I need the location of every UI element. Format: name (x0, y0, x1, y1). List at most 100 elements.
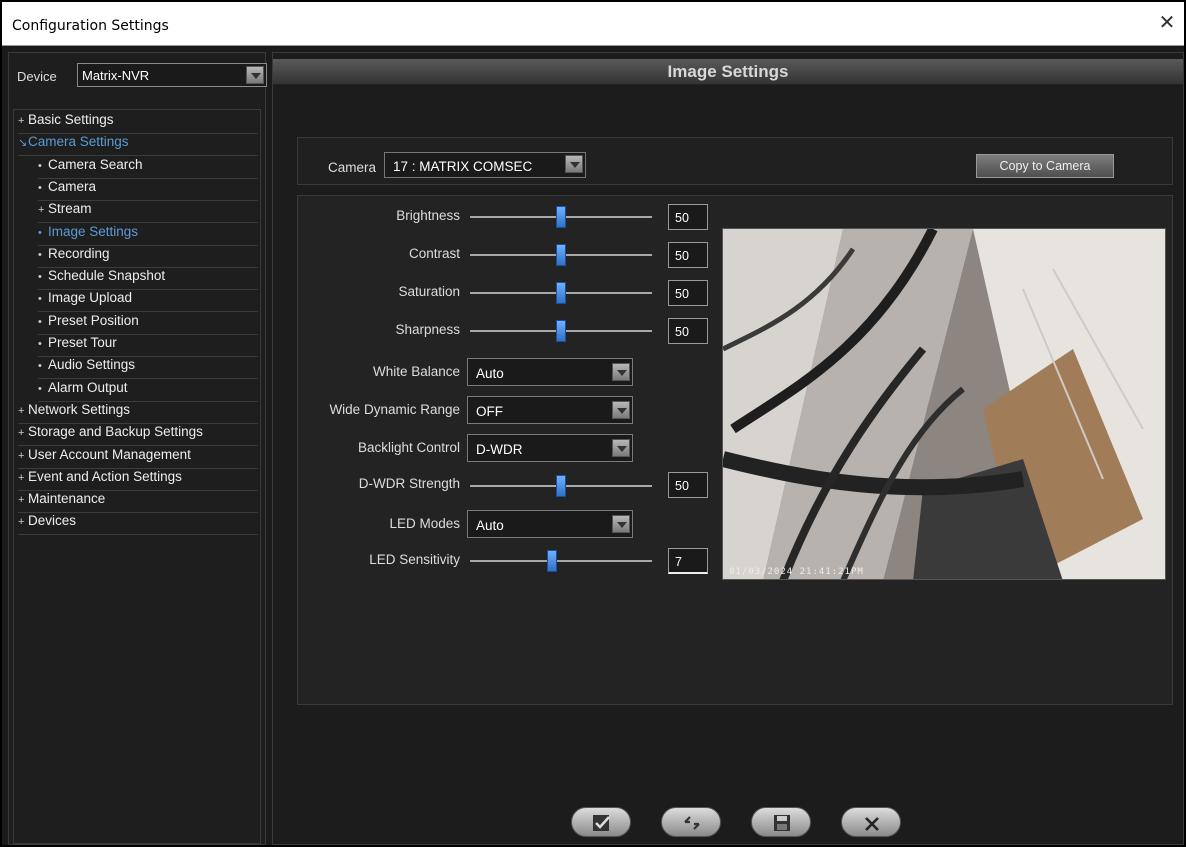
bullet-icon: • (38, 382, 42, 395)
led-sensitivity-value[interactable]: 7 (668, 548, 708, 574)
collapse-icon: ↘ (18, 137, 28, 150)
bullet-icon: • (38, 226, 42, 239)
bullet-icon: • (38, 181, 42, 194)
dwdr-strength-value[interactable]: 50 (668, 472, 708, 498)
tree-item-image-upload[interactable]: • Image Upload (38, 290, 258, 313)
tree-item-basic-settings[interactable]: + Basic Settings (18, 112, 258, 134)
refresh-button[interactable] (661, 807, 721, 837)
tree-item-label: Image Upload (48, 290, 133, 306)
tree-item-audio-settings[interactable]: • Audio Settings (38, 357, 258, 380)
chevron-down-icon[interactable] (565, 155, 583, 173)
wdr-value: OFF (476, 404, 503, 419)
dwdr-strength-slider[interactable] (470, 475, 652, 497)
tree-item-preset-tour[interactable]: • Preset Tour (38, 335, 258, 357)
tree-item-alarm-output[interactable]: • Alarm Output (38, 380, 258, 402)
tree-item-devices[interactable]: + Devices (18, 513, 258, 536)
device-value: Matrix-NVR (82, 68, 150, 83)
tree-item-label: Recording (48, 245, 110, 261)
tree-item-image-settings[interactable]: • Image Settings (38, 224, 258, 246)
tree-item-camera-settings[interactable]: ↘Camera Settings (18, 134, 258, 157)
slider-thumb[interactable] (556, 320, 566, 342)
tree-item-label: Preset Tour (48, 335, 117, 350)
wdr-select[interactable]: OFF (467, 396, 633, 424)
close-icon (865, 817, 879, 831)
tree-item-maintenance[interactable]: + Maintenance (18, 491, 258, 514)
tree-item-label: Storage and Backup Settings (28, 424, 203, 440)
camera-select[interactable]: 17 : MATRIX COMSEC (384, 152, 586, 178)
expand-icon: + (18, 494, 25, 507)
window-close-icon[interactable]: ✕ (1156, 12, 1178, 34)
brightness-label: Brightness (396, 208, 460, 223)
tree-item-label: Preset Position (48, 312, 139, 328)
white-balance-select[interactable]: Auto (467, 358, 633, 386)
tree-item-user-account-management[interactable]: + User Account Management (18, 447, 258, 469)
led-modes-value: Auto (476, 518, 504, 533)
tree-item-camera[interactable]: • Camera (38, 179, 258, 201)
chevron-down-icon[interactable] (246, 66, 264, 84)
chevron-down-icon[interactable] (612, 515, 630, 533)
tree-item-label: Alarm Output (48, 379, 128, 395)
bullet-icon: • (38, 315, 42, 328)
saturation-label: Saturation (398, 284, 460, 299)
led-sensitivity-slider[interactable] (470, 550, 652, 572)
sharpness-value[interactable]: 50 (668, 318, 708, 344)
sharpness-slider[interactable] (470, 320, 652, 342)
tree-item-label: Network Settings (28, 401, 131, 417)
expand-icon: + (18, 404, 25, 417)
wdr-label: Wide Dynamic Range (329, 402, 460, 417)
backlight-select[interactable]: D-WDR (467, 434, 633, 462)
tree-item-camera-search[interactable]: • Camera Search (38, 157, 258, 179)
image-settings-panel: Brightness 50 Contrast 50 Saturation 50 … (297, 195, 1173, 705)
main-panel: Image Settings Camera 17 : MATRIX COMSEC… (272, 52, 1184, 845)
tree-item-schedule-snapshot[interactable]: • Schedule Snapshot (38, 268, 258, 291)
tree-item-storage-and-backup-settings[interactable]: + Storage and Backup Settings (18, 424, 258, 447)
contrast-label: Contrast (408, 246, 460, 261)
tree-item-label: Schedule Snapshot (48, 268, 166, 284)
preview-timestamp: 01/03/2024 21:41:21PM (729, 567, 864, 577)
device-label: Device (17, 69, 57, 84)
bullet-icon: • (38, 360, 42, 373)
tree-item-label: Devices (28, 513, 77, 529)
brightness-value[interactable]: 50 (668, 204, 708, 230)
save-icon (774, 815, 790, 831)
tree-item-label: Camera (48, 178, 97, 194)
tree-item-network-settings[interactable]: + Network Settings (18, 402, 258, 424)
tree-item-label: Camera Search (48, 156, 143, 172)
contrast-value[interactable]: 50 (668, 242, 708, 268)
chevron-down-icon[interactable] (612, 363, 630, 381)
slider-thumb[interactable] (546, 550, 557, 572)
led-modes-select[interactable]: Auto (467, 510, 633, 538)
contrast-slider[interactable] (470, 244, 652, 266)
tree-item-stream[interactable]: + Stream (38, 201, 258, 224)
bullet-icon: • (38, 159, 42, 172)
left-panel: Device Matrix-NVR + Basic Settings ↘Camera… (8, 52, 267, 845)
action-button-bar (571, 807, 911, 839)
camera-label: Camera (328, 160, 377, 175)
slider-thumb[interactable] (556, 475, 566, 497)
close-button[interactable] (841, 807, 901, 837)
device-select[interactable]: Matrix-NVR (77, 63, 267, 87)
tree-item-label: Event and Action Settings (28, 468, 182, 484)
chevron-down-icon[interactable] (612, 401, 630, 419)
saturation-value[interactable]: 50 (668, 280, 708, 306)
tree-item-recording[interactable]: • Recording (38, 246, 258, 268)
tree-item-event-and-action-settings[interactable]: + Event and Action Settings (18, 469, 258, 491)
page-title-bar: Image Settings (273, 59, 1183, 85)
tree-item-label: Stream (48, 201, 92, 217)
save-button[interactable] (751, 807, 811, 837)
apply-button[interactable] (571, 807, 631, 837)
tree-item-label: User Account Management (28, 446, 191, 462)
chevron-down-icon[interactable] (612, 439, 630, 457)
slider-thumb[interactable] (556, 282, 566, 304)
bullet-icon: • (38, 293, 42, 306)
brightness-slider[interactable] (470, 206, 652, 228)
slider-thumb[interactable] (556, 244, 566, 266)
saturation-slider[interactable] (470, 282, 652, 304)
slider-thumb[interactable] (556, 206, 566, 228)
copy-to-camera-button[interactable]: Copy to Camera (976, 154, 1114, 178)
tree-item-label: Basic Settings (28, 112, 114, 127)
tree-item-preset-position[interactable]: • Preset Position (38, 313, 258, 335)
expand-icon: + (18, 115, 25, 127)
title-bar: Configuration Settings ✕ (2, 2, 1184, 46)
led-sensitivity-label: LED Sensitivity (369, 552, 460, 567)
